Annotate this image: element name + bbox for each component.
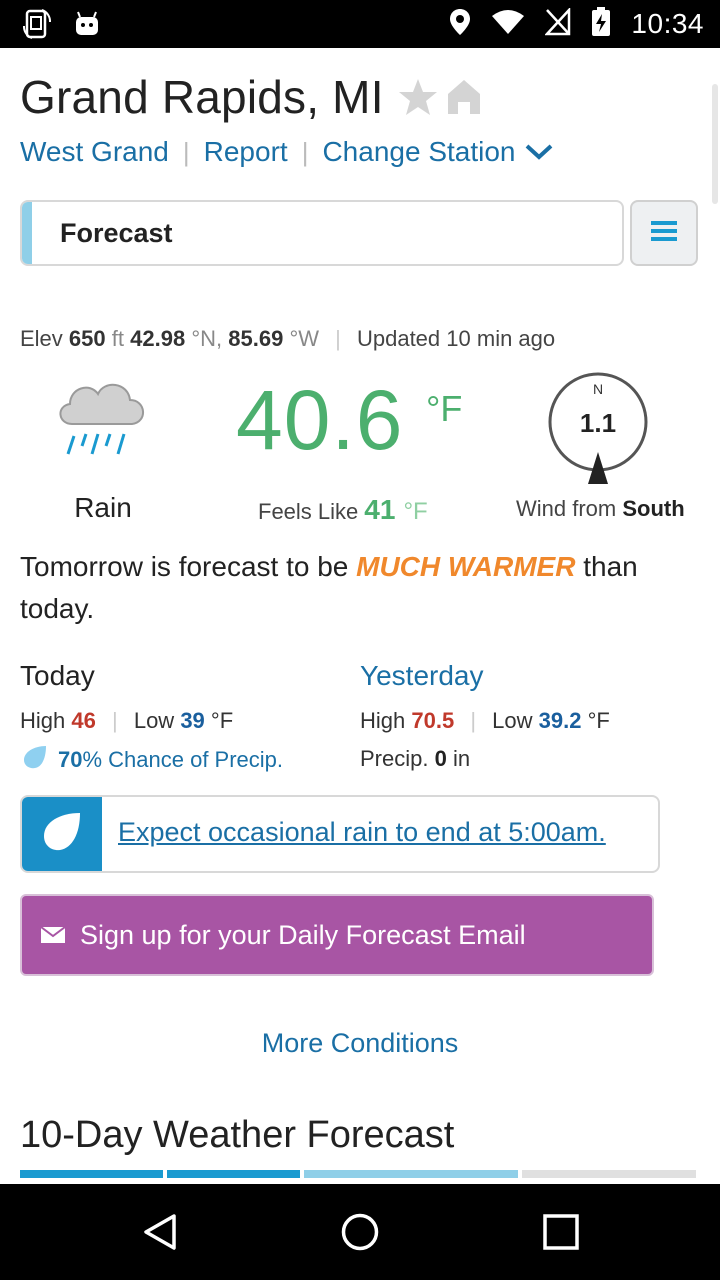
alert-text[interactable]: Expect occasional rain to end at 5:00am.: [118, 817, 606, 848]
precip-unit: in: [452, 746, 471, 771]
high-label: High: [360, 708, 406, 733]
precip-chance-text: % Chance of Precip.: [82, 747, 284, 772]
ten-day-tab[interactable]: [521, 1170, 696, 1178]
yesterday-precip-value: 0: [434, 746, 447, 771]
today-unit: °F: [210, 708, 234, 733]
yesterday-high: 70.5: [411, 708, 455, 733]
lat-unit: °N,: [191, 326, 223, 351]
yesterday-low: 39.2: [538, 708, 582, 733]
hamburger-icon: [650, 219, 678, 248]
wind-from-label: Wind from: [516, 496, 617, 521]
today-low: 39: [180, 708, 205, 733]
wind-speed: 1.1: [580, 408, 616, 438]
more-conditions-link[interactable]: More Conditions: [0, 1028, 720, 1059]
low-label: Low: [133, 708, 175, 733]
precip-label: Precip.: [360, 746, 429, 771]
star-icon[interactable]: [398, 77, 438, 117]
temperature-unit: °F: [426, 388, 463, 429]
wind-from-value: South: [622, 496, 685, 521]
ten-day-tab[interactable]: [303, 1170, 518, 1178]
recents-icon[interactable]: [541, 1212, 581, 1257]
precip-chance-value: 70: [58, 747, 83, 772]
change-station-link[interactable]: Change Station: [322, 136, 515, 168]
summary-text: Tomorrow is forecast to be: [20, 551, 349, 582]
wind-compass-icon: N 1.1: [546, 370, 650, 491]
updated-label: Updated: [356, 326, 441, 351]
yesterday-high-low: High 70.5 | Low 39.2 °F: [360, 708, 610, 734]
station-nav: West Grand | Report | Change Station: [20, 136, 554, 168]
feels-like-unit: °F: [403, 498, 428, 525]
chevron-down-icon[interactable]: [524, 142, 554, 162]
home-icon[interactable]: [446, 78, 482, 116]
ten-day-title: 10-Day Weather Forecast: [20, 1114, 455, 1156]
back-icon[interactable]: [140, 1212, 180, 1257]
station-link[interactable]: West Grand: [20, 136, 169, 168]
main-content[interactable]: Grand Rapids, MI West Grand | Report | C…: [0, 48, 720, 1184]
location-icon: [449, 8, 471, 41]
today-high: 46: [71, 708, 96, 733]
envelope-icon: [40, 925, 66, 945]
alert-icon-box: [22, 797, 102, 871]
menu-button[interactable]: [630, 200, 698, 266]
ten-day-tabs[interactable]: [20, 1170, 700, 1184]
divider: |: [301, 136, 309, 167]
rain-alert[interactable]: Expect occasional rain to end at 5:00am.: [20, 795, 660, 873]
updated-value: 10 min ago: [446, 326, 556, 351]
elev-unit: ft: [111, 326, 124, 351]
forecast-summary: Tomorrow is forecast to be MUCH WARMER t…: [20, 546, 700, 630]
compass-direction-letter: N: [593, 381, 603, 397]
condition-label: Rain: [74, 492, 132, 523]
summary-highlight: MUCH WARMER: [356, 551, 576, 582]
divider: |: [470, 708, 477, 733]
home-button-icon[interactable]: [340, 1212, 380, 1257]
forecast-tab-select[interactable]: Forecast: [20, 200, 624, 266]
leaf-drop-icon: [40, 810, 84, 859]
feels-like-value: 41: [364, 494, 396, 525]
email-button-label: Sign up for your Daily Forecast Email: [80, 919, 526, 950]
navigation-bar: [0, 1184, 720, 1280]
raindrop-icon: [22, 744, 48, 776]
tab-label: Forecast: [60, 218, 173, 248]
status-bar: 10:34: [0, 0, 720, 48]
yesterday-unit: °F: [587, 708, 610, 733]
low-label: Low: [492, 708, 533, 733]
precip-chance-link[interactable]: 70% Chance of Precip.: [22, 744, 283, 776]
lat-value: 42.98: [130, 326, 186, 351]
email-signup-button[interactable]: Sign up for your Daily Forecast Email: [20, 894, 654, 976]
high-label: High: [20, 708, 66, 733]
current-temperature: 40.6: [236, 373, 404, 467]
feels-like-label: Feels Like: [258, 499, 359, 524]
android-icon: [74, 11, 100, 42]
location-header: Grand Rapids, MI: [20, 70, 482, 124]
ten-day-tab[interactable]: [20, 1170, 163, 1178]
elev-value: 650: [68, 326, 106, 351]
no-sim-icon: [544, 6, 571, 41]
lon-value: 85.69: [228, 326, 284, 351]
report-link[interactable]: Report: [204, 136, 288, 168]
yesterday-link[interactable]: Yesterday: [360, 660, 484, 692]
status-time: 10:34: [631, 8, 704, 39]
station-meta: Elev 650 ft 42.98 °N, 85.69 °W | Updated…: [20, 326, 555, 352]
today-title: Today: [20, 660, 95, 691]
screen-rotate-icon: [22, 8, 52, 45]
divider: |: [182, 136, 190, 167]
divider: |: [111, 708, 118, 733]
wind-label: Wind from South: [516, 496, 685, 522]
city-title: Grand Rapids, MI: [20, 71, 384, 123]
battery-charging-icon: [591, 6, 611, 42]
scrollbar[interactable]: [712, 84, 718, 204]
tab-accent: [22, 202, 32, 264]
lon-unit: °W: [289, 326, 319, 351]
ten-day-tab[interactable]: [166, 1170, 300, 1178]
yesterday-precip: Precip. 0 in: [360, 746, 470, 772]
feels-like: Feels Like 41 °F: [258, 494, 428, 526]
elev-label: Elev: [20, 326, 63, 351]
divider: |: [335, 326, 341, 351]
today-high-low: High 46 | Low 39 °F: [20, 708, 233, 734]
wifi-icon: [491, 9, 525, 40]
rain-cloud-icon: [52, 374, 152, 469]
